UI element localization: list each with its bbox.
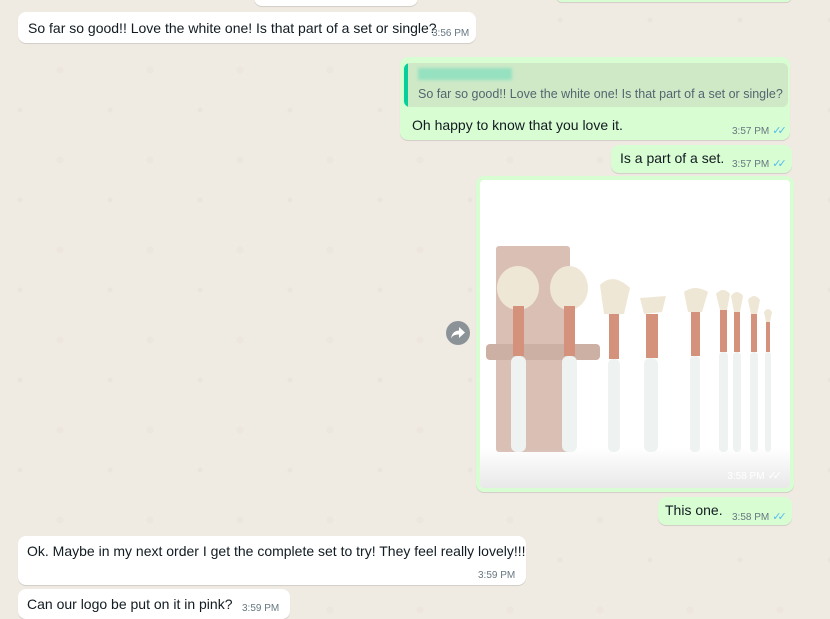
brush-8 (748, 296, 760, 452)
message-text: So far so good!! Love the white one! Is … (28, 20, 437, 36)
brush-set-illustration (486, 246, 772, 452)
time-text: 3:58 PM (727, 471, 765, 482)
message-bubble-incoming[interactable]: Can our logo be put on it in pink? 3:59 … (18, 589, 290, 619)
message-time: 3:57 PM ✓✓ (732, 157, 787, 170)
forward-arrow-icon (451, 327, 465, 339)
message-time: 3:58 PM ✓✓ (732, 510, 787, 523)
brush-4 (640, 296, 666, 452)
photo-bottom-fade (480, 448, 790, 488)
double-check-icon: ✓✓ (772, 158, 787, 170)
message-bubble-outgoing[interactable]: Is a part of a set. 3:57 PM ✓✓ (611, 145, 792, 173)
message-text: This one. (665, 502, 723, 518)
quote-text: So far so good!! Love the white one! Is … (418, 87, 783, 101)
time-text: 3:58 PM (732, 512, 770, 523)
message-bubble-incoming[interactable]: Ok. Maybe in my next order I get the com… (18, 536, 526, 585)
double-check-icon: ✓✓ (772, 511, 787, 523)
message-time: 3:57 PM ✓✓ (732, 124, 787, 137)
brush-7 (731, 292, 743, 452)
time-text: 3:57 PM (732, 159, 770, 170)
time-text: 3:57 PM (732, 126, 770, 137)
message-bubble-outgoing[interactable]: This one. 3:58 PM ✓✓ (658, 497, 792, 525)
message-time: 3:56 PM (432, 28, 470, 39)
brush-9 (764, 309, 772, 452)
message-time: 3:58 PM ✓✓ (727, 469, 783, 482)
message-bubble-incoming[interactable]: So far so good!! Love the white one! Is … (18, 12, 476, 43)
forward-button[interactable] (446, 321, 470, 345)
message-time: 3:59 PM (242, 603, 280, 614)
message-bubble-outgoing-reply[interactable]: So far so good!! Love the white one! Is … (400, 57, 790, 140)
quote-author-blurred (418, 68, 512, 80)
partial-outgoing-bubble (556, 0, 792, 2)
pouch-strap (486, 344, 600, 360)
makeup-brush-set-photo[interactable]: 3:58 PM ✓✓ (480, 180, 790, 488)
brush-3 (600, 279, 630, 452)
partial-incoming-bubble (254, 0, 418, 6)
double-check-icon: ✓✓ (767, 470, 783, 482)
message-text: Is a part of a set. (620, 150, 725, 166)
brush-6 (716, 290, 730, 452)
brush-5 (684, 288, 708, 452)
quoted-message[interactable]: So far so good!! Love the white one! Is … (404, 63, 788, 107)
message-text: Oh happy to know that you love it. (412, 117, 623, 133)
double-check-icon: ✓✓ (772, 125, 787, 137)
message-text: Can our logo be put on it in pink? (27, 596, 233, 612)
message-text: Ok. Maybe in my next order I get the com… (27, 543, 526, 559)
message-time: 3:59 PM (478, 570, 516, 581)
quote-accent-bar (404, 63, 408, 107)
